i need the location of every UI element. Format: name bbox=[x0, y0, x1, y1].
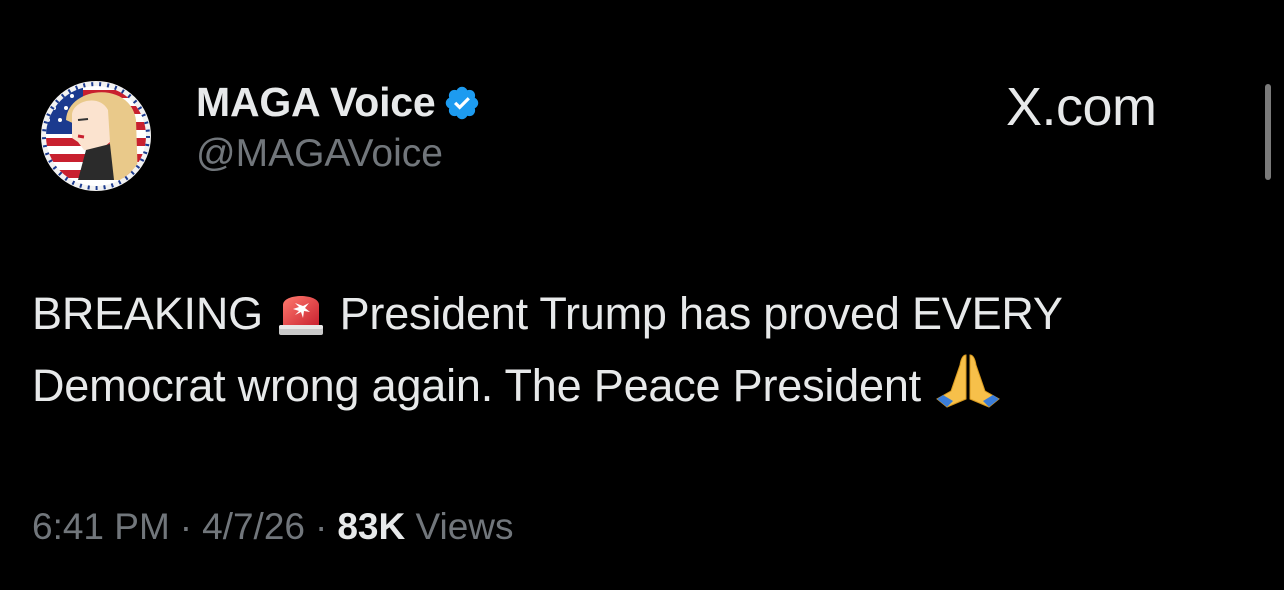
tweet-card: MAGA Voice @MAGAVoice X.com BREAKING Pre… bbox=[0, 0, 1284, 590]
source-label[interactable]: X.com bbox=[1006, 76, 1157, 138]
verified-badge-icon[interactable] bbox=[443, 84, 481, 122]
views-label[interactable]: Views bbox=[416, 506, 514, 547]
meta-separator: · bbox=[179, 506, 193, 547]
name-row: MAGA Voice bbox=[196, 76, 481, 128]
police-siren-icon bbox=[279, 296, 324, 335]
avatar[interactable] bbox=[28, 80, 164, 192]
tweet-date[interactable]: 4/7/26 bbox=[202, 506, 305, 547]
tweet-text: BREAKING President Trump has proved EVER… bbox=[32, 278, 1262, 422]
folded-hands-icon bbox=[936, 354, 1001, 408]
author-handle[interactable]: @MAGAVoice bbox=[196, 132, 481, 176]
tweet-meta: 6:41 PM · 4/7/26 · 83K Views bbox=[32, 506, 514, 548]
meta-separator: · bbox=[315, 506, 328, 547]
tweet-time[interactable]: 6:41 PM bbox=[32, 506, 170, 547]
display-name[interactable]: MAGA Voice bbox=[196, 79, 436, 126]
author-block: MAGA Voice @MAGAVoice bbox=[196, 76, 481, 176]
scrollbar[interactable] bbox=[1265, 84, 1271, 180]
views-count[interactable]: 83K bbox=[337, 506, 405, 547]
tweet-text-part1: BREAKING bbox=[32, 288, 263, 339]
